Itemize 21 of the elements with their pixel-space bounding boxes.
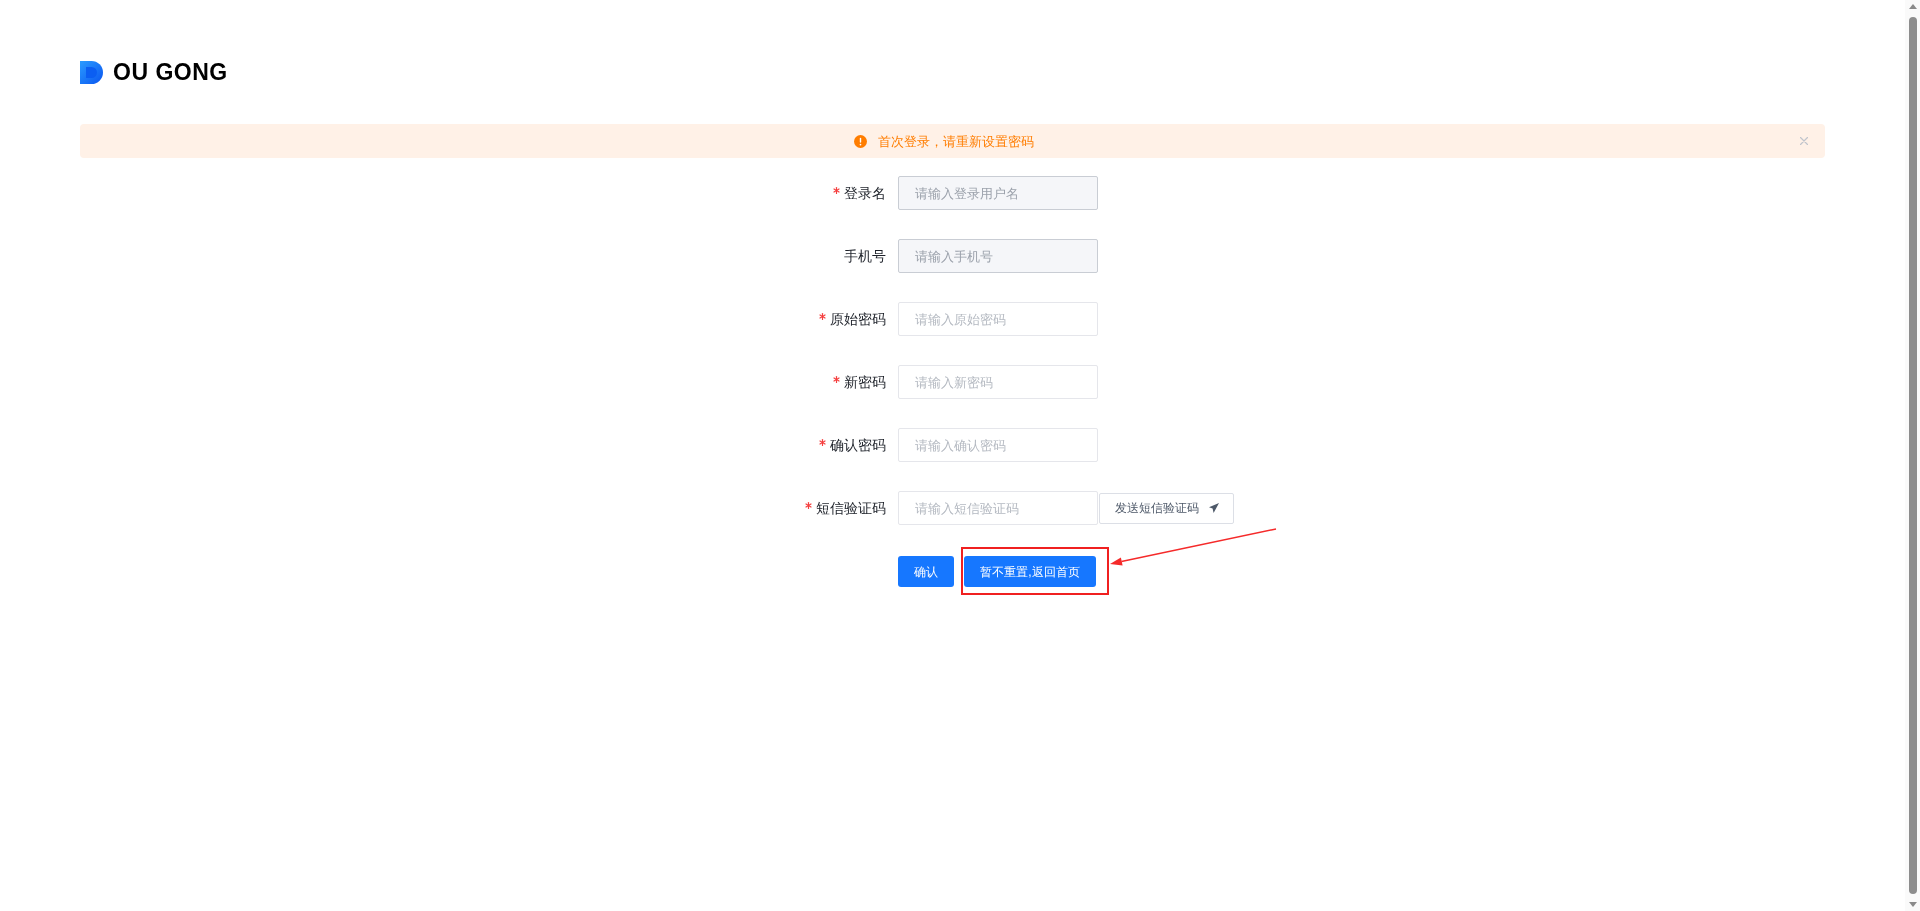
input-field[interactable]: 请输入短信验证码: [898, 491, 1098, 525]
input-field[interactable]: 请输入原始密码: [898, 302, 1098, 336]
scroll-down-icon[interactable]: [1908, 902, 1917, 907]
input-field[interactable]: 请输入新密码: [898, 365, 1098, 399]
field-label: 短信验证码: [816, 501, 886, 515]
field-label: 新密码: [844, 375, 886, 389]
field-label: 手机号: [844, 249, 886, 263]
field-label: 登录名: [844, 186, 886, 200]
d-shaped-logo-icon: [80, 61, 103, 84]
field-label: 原始密码: [830, 312, 886, 326]
scroll-up-icon[interactable]: [1908, 4, 1917, 9]
input-field[interactable]: 请输入确认密码: [898, 428, 1098, 462]
scrollbar-thumb[interactable]: [1908, 17, 1917, 894]
confirm-button[interactable]: 确认: [898, 556, 954, 587]
send-sms-code-button[interactable]: 发送短信验证码: [1099, 492, 1234, 524]
alert-message: 首次登录，请重新设置密码: [878, 134, 1034, 148]
skip-reset-button[interactable]: 暂不重置,返回首页: [964, 556, 1096, 587]
paper-plane-icon: [1208, 503, 1219, 513]
warning-icon: [854, 134, 867, 148]
logo-text: OU GONG: [113, 61, 228, 84]
field-label: 确认密码: [830, 438, 886, 452]
